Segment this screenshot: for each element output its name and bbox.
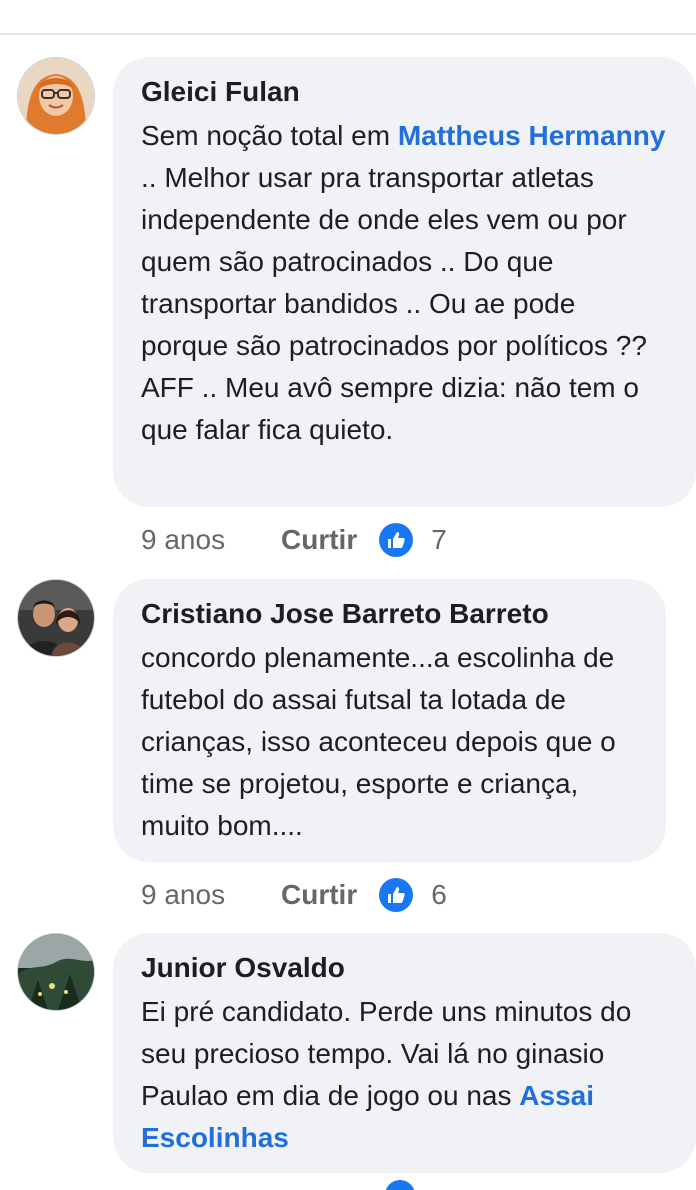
comment-text-part: .. Melhor usar pra transportar atletas i…	[141, 162, 647, 445]
comment-bubble: Cristiano Jose Barreto Barreto concordo …	[113, 579, 666, 862]
comment-meta: 9 anos Curtir 6	[141, 875, 447, 915]
comment-author[interactable]: Cristiano Jose Barreto Barreto	[141, 597, 638, 631]
comment-author[interactable]: Gleici Fulan	[141, 75, 668, 109]
comment-text-part: Sem noção total em	[141, 120, 398, 151]
avatar[interactable]	[18, 58, 94, 134]
reaction-count[interactable]: 6	[431, 879, 447, 911]
comment-author[interactable]: Junior Osvaldo	[141, 951, 668, 985]
like-button[interactable]: Curtir	[281, 879, 357, 911]
top-divider	[0, 33, 696, 35]
mention-link[interactable]: Mattheus Hermanny	[398, 120, 666, 151]
comment-bubble: Junior Osvaldo Ei pré candidato. Perde u…	[113, 933, 696, 1173]
avatar[interactable]	[18, 580, 94, 656]
comment-time[interactable]: 9 anos	[141, 879, 281, 911]
like-button[interactable]: Curtir	[281, 524, 357, 556]
avatar[interactable]	[18, 934, 94, 1010]
comment-text: Ei pré candidato. Perde uns minutos do s…	[141, 991, 668, 1159]
comment-time[interactable]: 9 anos	[141, 524, 281, 556]
comment-text: Sem noção total em Mattheus Hermanny .. …	[141, 115, 668, 451]
comment-meta: 9 anos Curtir 7	[141, 520, 447, 560]
comment-bubble: Gleici Fulan Sem noção total em Mattheus…	[113, 57, 696, 507]
reaction-count[interactable]: 7	[431, 524, 447, 556]
comments-page: Gleici Fulan Sem noção total em Mattheus…	[0, 0, 696, 1190]
thumbs-up-icon	[385, 1180, 415, 1190]
thumbs-up-icon	[379, 523, 414, 557]
comment-text: concordo plenamente...a escolinha de fut…	[141, 642, 616, 841]
thumbs-up-icon	[379, 878, 414, 912]
